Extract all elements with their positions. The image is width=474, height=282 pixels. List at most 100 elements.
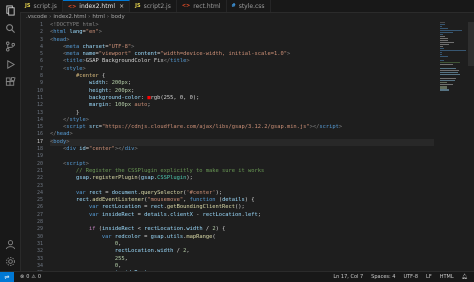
code-line[interactable]: width: 200px; (50, 80, 434, 87)
code-line[interactable]: 255, (50, 256, 434, 263)
code-line[interactable] (50, 153, 434, 160)
vertical-scrollbar[interactable] (468, 22, 474, 66)
code-token: #center (50, 73, 102, 80)
code-token: "center" (88, 146, 115, 153)
code-token: 200px (114, 87, 132, 94)
explorer-icon[interactable] (4, 4, 16, 16)
tab-script-js[interactable]: JS script.js (20, 0, 63, 12)
tab-index2-html[interactable]: <> index2.html × (62, 0, 131, 12)
code-token: addEventListener (92, 197, 145, 204)
code-token: rectLocation (50, 248, 154, 255)
breadcrumb-item[interactable]: body (111, 14, 125, 20)
code-token: getBoundingClientRect (166, 204, 236, 211)
code-line[interactable]: <script> (50, 161, 434, 168)
code-token: rect (150, 204, 164, 211)
code-token: left (244, 211, 258, 218)
code-line[interactable]: #center { (50, 73, 434, 80)
code-token: '#center' (186, 189, 216, 196)
code-token: ); (215, 189, 223, 196)
indentation[interactable]: Spaces: 4 (371, 274, 395, 280)
line-number: 1 (39, 22, 43, 28)
code-line[interactable]: <script src="https://cdnjs.cloudflare.co… (50, 124, 434, 131)
code-line[interactable]: <style> (50, 66, 434, 73)
code-line[interactable]: } (50, 110, 434, 117)
code-token: gsap (50, 175, 89, 182)
code-line[interactable]: <meta charset="UTF-8"> (50, 44, 434, 51)
minimap[interactable] (440, 22, 466, 91)
code-line[interactable]: margin: 100px auto; (50, 102, 434, 109)
code-line[interactable]: </head> (50, 131, 434, 138)
code-line[interactable]: <head> (50, 37, 434, 44)
line-number: 34 (36, 262, 43, 269)
code-token: ; (196, 94, 200, 101)
tab-style-css[interactable]: # style.css (227, 0, 271, 12)
end-of-line[interactable]: LF (426, 274, 432, 280)
tab-label: script2.js (143, 2, 171, 10)
code-line[interactable]: var rect = document.querySelector('#cent… (50, 190, 434, 197)
code-token: ) { (215, 226, 226, 233)
run-debug-icon[interactable] (4, 58, 16, 70)
line-number: 23 (36, 182, 43, 189)
search-icon[interactable] (4, 22, 16, 34)
extensions-icon[interactable] (4, 76, 16, 88)
code-token: if (50, 226, 99, 233)
code-token: ; (131, 87, 135, 94)
code-line[interactable]: <meta name="viewport" content="width=dev… (50, 51, 434, 58)
code-line[interactable]: var insideRect = details.clientX - rectL… (50, 212, 434, 219)
cursor-position[interactable]: Ln 17, Col 7 (333, 274, 363, 280)
code-token: 100px (114, 102, 135, 109)
code-line[interactable]: rectLocation.width / 2, (50, 248, 434, 255)
code-line[interactable]: <title>GSAP BackgroundColor Fix</title> (50, 58, 434, 65)
settings-gear-icon[interactable] (4, 255, 16, 267)
remote-indicator-icon[interactable]: ⇌ (0, 272, 14, 282)
code-line[interactable]: // Register the CSSPlugin explicitly to … (50, 168, 434, 175)
tab-label: script.js (33, 2, 57, 10)
source-control-icon[interactable] (4, 40, 16, 52)
line-number: 6 (39, 58, 43, 65)
language-mode[interactable]: HTML (440, 274, 454, 280)
tab-script2-js[interactable]: JS script2.js (130, 0, 177, 12)
line-number: 15 (36, 124, 43, 131)
close-tab-icon[interactable]: × (119, 3, 124, 10)
encoding[interactable]: UTF-8 (403, 274, 418, 280)
breadcrumb-item[interactable]: html (92, 14, 105, 20)
code-line[interactable]: <html lang="en"> (50, 29, 434, 36)
code-token: ; (257, 211, 262, 218)
code-token: ( (212, 233, 216, 240)
code-editor[interactable]: <!DOCTYPE html> <html lang="en"> <head> <m… (50, 22, 434, 277)
code-line[interactable]: gsap.registerPlugin(gsap.CSSPlugin); (50, 175, 434, 182)
notifications-bell-icon[interactable]: 🔔︎ (462, 274, 468, 280)
tab-rect-html[interactable]: <> rect.html (177, 0, 227, 12)
code-line[interactable]: 0, (50, 263, 434, 270)
code-line[interactable]: <body> (50, 138, 434, 147)
code-line[interactable] (50, 219, 434, 226)
code-line[interactable] (50, 183, 434, 190)
code-line[interactable]: height: 200px; (50, 88, 434, 95)
code-token: > (338, 124, 343, 131)
code-token: > (69, 131, 73, 138)
code-token: > (85, 116, 89, 123)
code-line[interactable]: rect.addEventListener("mousemove", funct… (50, 197, 434, 204)
code-token: head (53, 36, 67, 43)
code-line[interactable]: if (insideRect < rectLocation.width / 2)… (50, 226, 434, 233)
error-icon: ⊗ (20, 274, 25, 280)
account-icon[interactable] (4, 238, 16, 250)
line-number: 32 (36, 248, 43, 255)
code-token: < (50, 146, 67, 153)
code-token: title (66, 58, 83, 65)
code-line[interactable]: background-color: ■rgb(255, 0, 0); (50, 95, 434, 102)
line-number: 16 (36, 131, 43, 138)
code-line[interactable]: </style> (50, 117, 434, 124)
code-line[interactable]: <!DOCTYPE html> (50, 22, 434, 29)
code-line[interactable]: var rectLocation = rect.getBoundingClien… (50, 204, 434, 211)
code-line[interactable]: var redcolor = gsap.utils.mapRange( (50, 234, 434, 241)
breadcrumb-item[interactable]: index2.html (53, 14, 86, 20)
code-token: > (186, 58, 190, 65)
code-line[interactable]: 0, (50, 241, 434, 248)
code-line[interactable]: <div id="center"></div> (50, 146, 434, 153)
breadcrumb-item[interactable]: .vscode (26, 14, 47, 20)
problems-indicator[interactable]: ⊗ 0 ⚠ 0 (20, 274, 41, 280)
code-token: 200px (111, 80, 128, 87)
line-number: 7 (39, 65, 43, 72)
